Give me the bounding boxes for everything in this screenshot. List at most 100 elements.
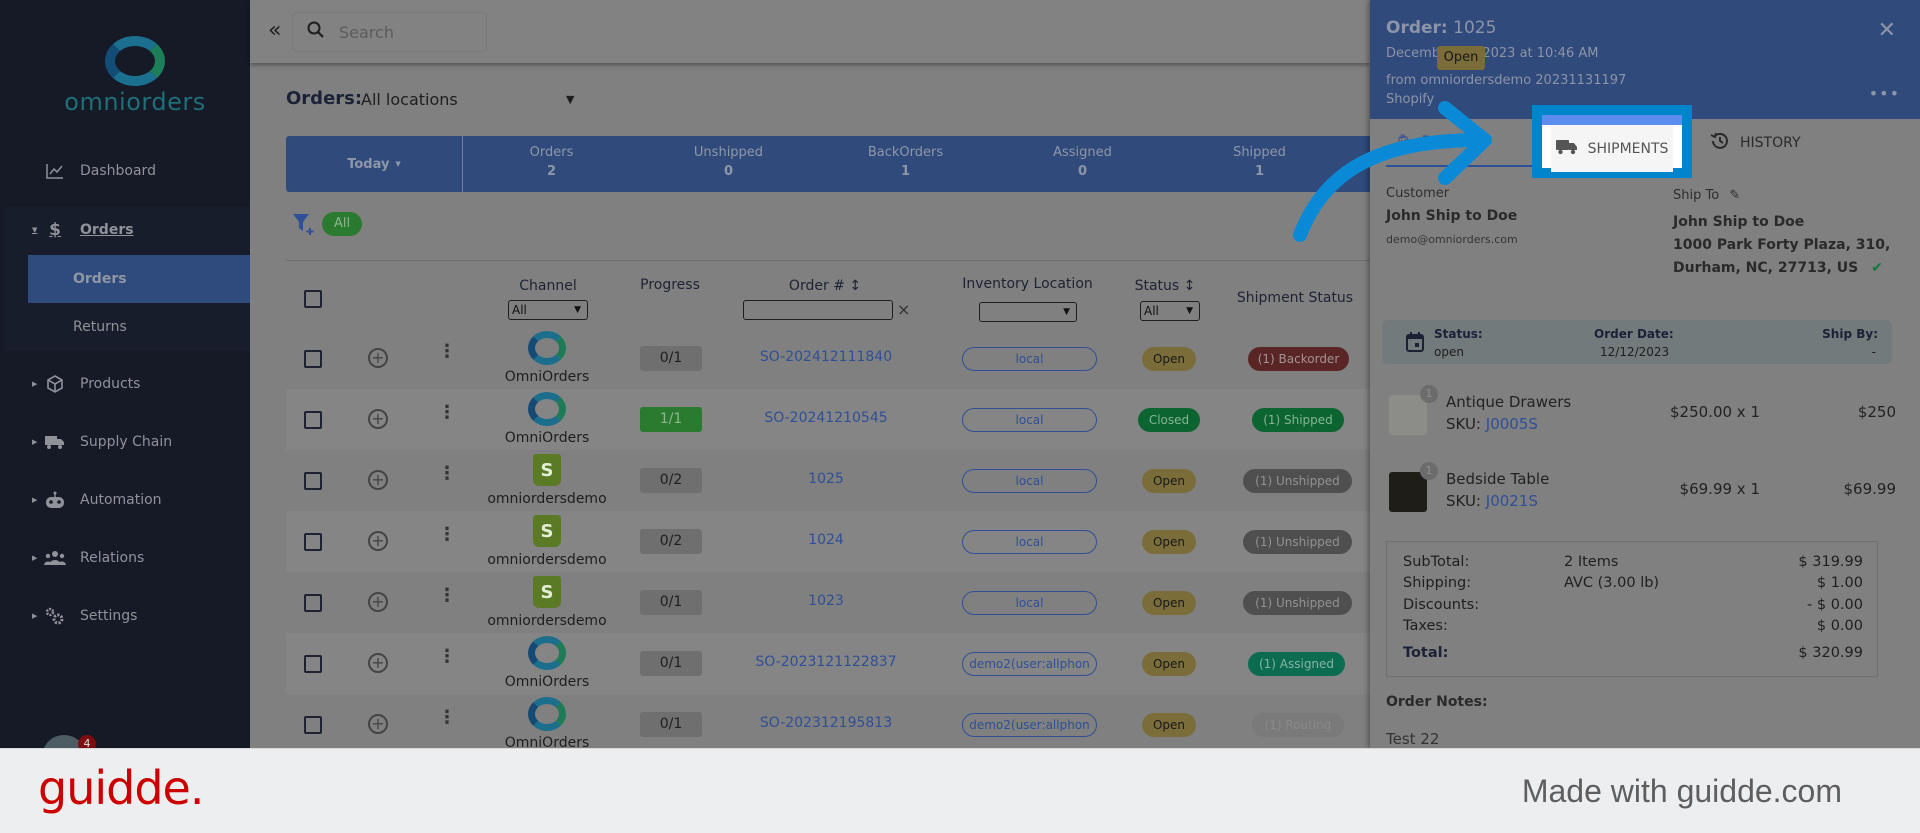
sidebar-item-relations[interactable]: ▶ Relations xyxy=(0,538,250,578)
stat-backorders[interactable]: BackOrders 1 xyxy=(817,136,994,192)
omniorders-logo[interactable]: omniorders xyxy=(55,36,215,116)
drawer-title: Order: 1025 xyxy=(1386,18,1496,38)
sidebar-item-supply-chain[interactable]: ▶ Supply Chain xyxy=(0,422,250,462)
expand-row-icon[interactable]: + xyxy=(368,714,388,734)
row-menu-icon[interactable]: ⋮ xyxy=(438,465,456,483)
edit-icon[interactable]: ✎ xyxy=(1729,188,1740,203)
inventory-location-chip[interactable]: local xyxy=(962,408,1097,432)
row-checkbox[interactable] xyxy=(304,716,322,734)
sidebar-item-products[interactable]: ▶ Products xyxy=(0,364,250,404)
tab-shipments-highlight[interactable]: SHIPMENTS xyxy=(1532,105,1692,178)
order-number-link[interactable]: 1025 xyxy=(726,471,926,487)
truck-icon xyxy=(44,433,66,451)
sidebar-item-orders[interactable]: ▼ $ Orders xyxy=(0,210,250,250)
table-row[interactable]: + ⋮ Somniordersdemo 0/2 1024 local Open (1) Uns… xyxy=(286,511,1370,572)
row-checkbox[interactable] xyxy=(304,350,322,368)
row-checkbox[interactable] xyxy=(304,533,322,551)
order-date-label: Order Date: xyxy=(1594,327,1674,341)
select-all-checkbox[interactable] xyxy=(304,290,322,308)
totals-label: Shipping: xyxy=(1403,575,1472,591)
channel-name: omniordersdemo xyxy=(487,613,607,629)
stat-assigned[interactable]: Assigned 0 xyxy=(994,136,1171,192)
table-row[interactable]: + ⋮ OmniOrders 0/1 SO-202412111840 local Open (… xyxy=(286,328,1370,389)
sku-link[interactable]: J0005S xyxy=(1486,415,1538,433)
order-number-link[interactable]: SO-202412111840 xyxy=(726,349,926,365)
caret-down-icon: ▼ xyxy=(574,305,581,315)
filter-chip-all[interactable]: All xyxy=(322,212,362,236)
row-checkbox[interactable] xyxy=(304,411,322,429)
sku-link[interactable]: J0021S xyxy=(1486,492,1538,510)
table-row[interactable]: + ⋮ Somniordersdemo 0/2 1025 local Open (1) Uns… xyxy=(286,450,1370,511)
row-menu-icon[interactable]: ⋮ xyxy=(438,587,456,605)
header-divider xyxy=(286,260,1370,261)
sidebar-item-dashboard[interactable]: Dashboard xyxy=(0,151,250,191)
order-number-link[interactable]: SO-2023121122837 xyxy=(726,654,926,670)
row-menu-icon[interactable]: ⋮ xyxy=(438,526,456,544)
sidebar-subitem-orders[interactable]: Orders xyxy=(28,255,250,303)
tab-shipments[interactable]: SHIPMENTS xyxy=(1551,125,1673,172)
brand-name: omniorders xyxy=(64,88,206,116)
stat-shipped[interactable]: Shipped 1 xyxy=(1171,136,1348,192)
expand-row-icon[interactable]: + xyxy=(368,409,388,429)
table-row[interactable]: + ⋮ OmniOrders 1/1 SO-20241210545 local Closed… xyxy=(286,389,1370,450)
period-select[interactable]: Today ▼ xyxy=(286,136,463,192)
tab-history[interactable]: HISTORY xyxy=(1710,119,1801,167)
expand-row-icon[interactable]: + xyxy=(368,592,388,612)
order-number-filter-input[interactable] xyxy=(743,300,893,320)
caret-down-icon[interactable]: ▼ xyxy=(566,93,574,106)
inventory-location-chip[interactable]: local xyxy=(962,469,1097,493)
row-menu-icon[interactable]: ⋮ xyxy=(438,648,456,666)
inventory-location-chip[interactable]: local xyxy=(962,591,1097,615)
row-menu-icon[interactable]: ⋮ xyxy=(438,343,456,361)
expand-row-icon[interactable]: + xyxy=(368,348,388,368)
guidde-logo[interactable]: guidde. xyxy=(38,761,204,815)
order-number-link[interactable]: SO-20241210545 xyxy=(726,410,926,426)
totals-label: SubTotal: xyxy=(1403,554,1470,570)
stat-unshipped[interactable]: Unshipped 0 xyxy=(640,136,817,192)
more-options-icon[interactable]: ••• xyxy=(1869,84,1900,103)
sidebar-item-automation[interactable]: ▶ Automation xyxy=(0,480,250,520)
row-checkbox[interactable] xyxy=(304,472,322,490)
order-number-link[interactable]: 1023 xyxy=(726,593,926,609)
collapse-sidebar-button[interactable]: « xyxy=(268,18,281,43)
row-checkbox[interactable] xyxy=(304,594,322,612)
expand-row-icon[interactable]: + xyxy=(368,653,388,673)
row-checkbox[interactable] xyxy=(304,655,322,673)
stat-orders[interactable]: Orders 2 xyxy=(463,136,640,192)
order-date-value: 12/12/2023 xyxy=(1600,345,1670,359)
sidebar-item-label: Automation xyxy=(80,492,162,508)
order-number-link[interactable]: 1024 xyxy=(726,532,926,548)
add-filter-icon[interactable] xyxy=(292,212,316,240)
row-menu-icon[interactable]: ⋮ xyxy=(438,404,456,422)
inventory-filter-select[interactable]: ▼ xyxy=(979,302,1077,322)
search-input[interactable]: Search xyxy=(292,12,487,52)
expand-row-icon[interactable]: + xyxy=(368,531,388,551)
row-menu-icon[interactable]: ⋮ xyxy=(438,709,456,727)
inventory-location-chip[interactable]: local xyxy=(962,530,1097,554)
column-header-order-number[interactable]: Order # ↕ xyxy=(770,278,880,294)
inventory-location-chip[interactable]: local xyxy=(962,347,1097,371)
guidde-tagline[interactable]: Made with guidde.com xyxy=(1522,773,1842,810)
sidebar-item-label: Dashboard xyxy=(80,163,156,179)
table-row[interactable]: + ⋮ Somniordersdemo 0/1 1023 local Open (1) Uns… xyxy=(286,572,1370,633)
sidebar-item-settings[interactable]: ▶ Settings xyxy=(0,596,250,636)
tab-details[interactable]: 🛍 DETAILS xyxy=(1386,119,1544,167)
inventory-location-chip[interactable]: demo2(user:allphon xyxy=(962,652,1097,676)
close-icon[interactable]: ✕ xyxy=(1878,18,1896,43)
channel-filter-select[interactable]: All ▼ xyxy=(508,300,588,320)
table-row[interactable]: + ⋮ OmniOrders 0/1 SO-202312195813 demo2(user… xyxy=(286,694,1370,748)
shopify-channel-icon: S xyxy=(533,576,561,608)
location-select[interactable]: All locations xyxy=(361,90,458,109)
order-number-link[interactable]: SO-202312195813 xyxy=(726,715,926,731)
clear-filter-icon[interactable]: × xyxy=(897,300,910,319)
sku-label: SKU: xyxy=(1446,492,1481,510)
sidebar-subitem-label: Returns xyxy=(73,319,127,335)
column-header-status[interactable]: Status ↕ xyxy=(1130,278,1200,294)
table-row[interactable]: + ⋮ OmniOrders 0/1 SO-2023121122837 demo2(use… xyxy=(286,633,1370,694)
expand-row-icon[interactable]: + xyxy=(368,470,388,490)
sidebar-subitem-returns[interactable]: Returns xyxy=(28,303,250,351)
users-icon xyxy=(44,549,66,567)
channel-name: OmniOrders xyxy=(504,430,590,446)
inventory-location-chip[interactable]: demo2(user:allphon xyxy=(962,713,1097,737)
status-filter-select[interactable]: All ▼ xyxy=(1140,301,1200,321)
